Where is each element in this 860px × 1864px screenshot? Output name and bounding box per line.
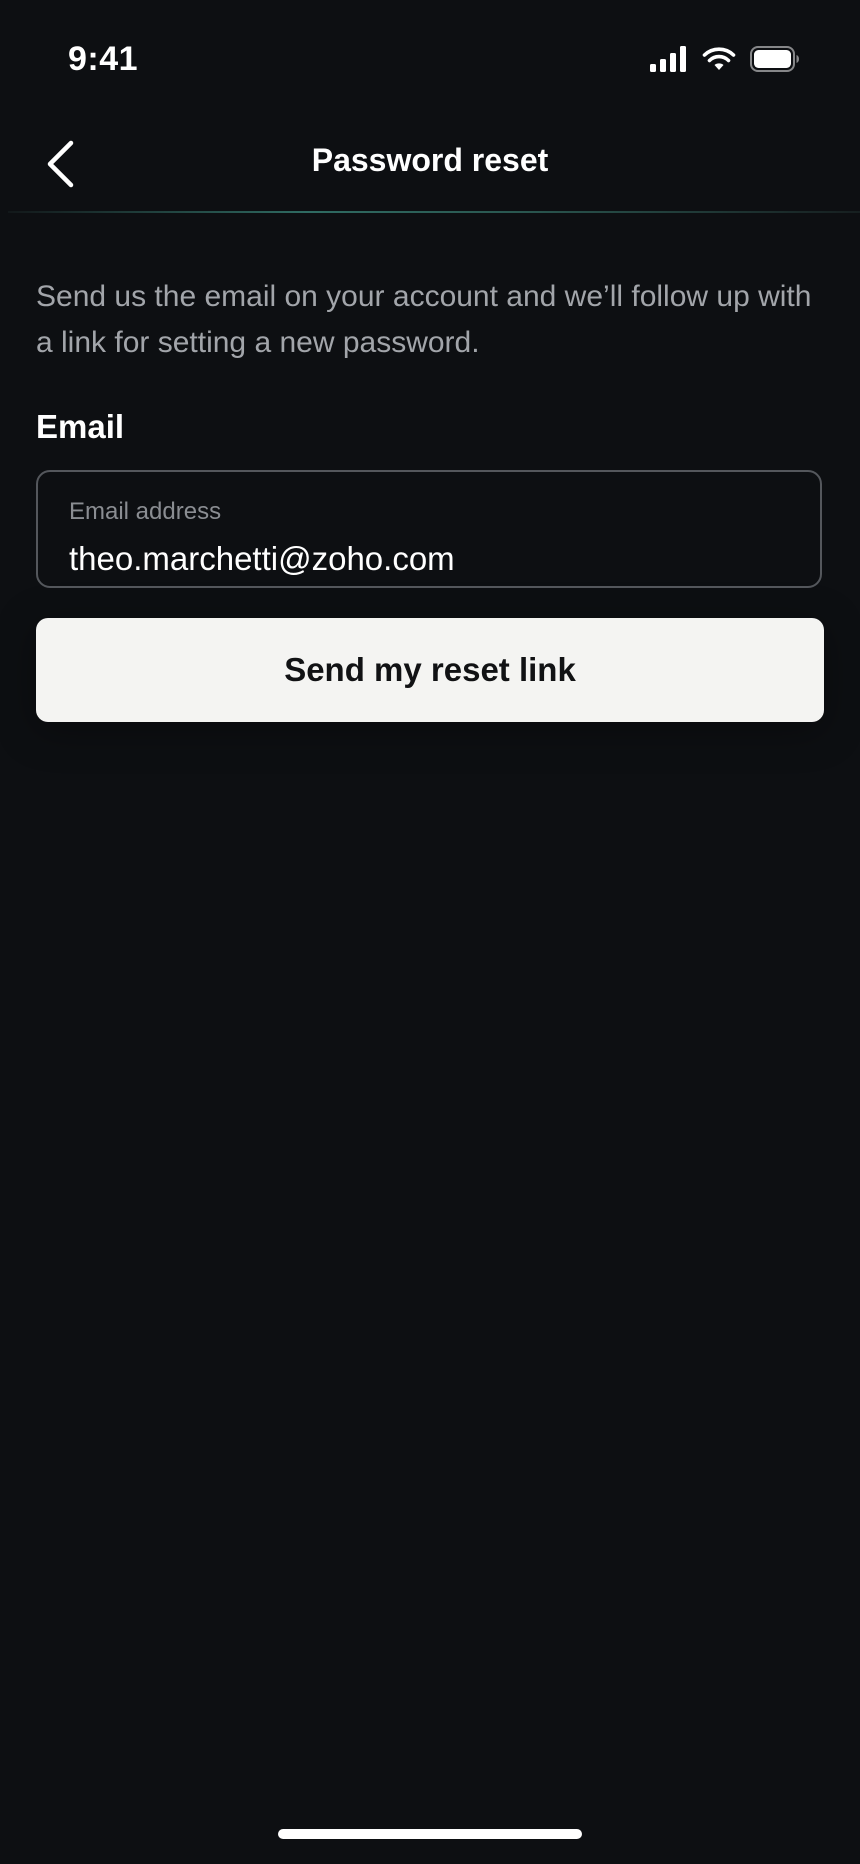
header-divider	[8, 211, 860, 213]
navigation-bar: Password reset	[0, 120, 860, 212]
send-reset-link-button[interactable]: Send my reset link	[36, 618, 824, 722]
cellular-signal-icon	[650, 46, 688, 77]
wifi-icon	[702, 46, 736, 77]
home-indicator	[278, 1829, 582, 1839]
status-icons	[650, 46, 800, 77]
email-section-label: Email	[36, 408, 125, 445]
instructions-text: Send us the email on your account and we…	[36, 280, 812, 359]
email-input[interactable]	[69, 540, 789, 578]
battery-icon	[750, 46, 800, 77]
status-bar: 9:41	[0, 0, 860, 120]
status-time: 9:41	[68, 40, 139, 78]
email-field-label: Email address	[69, 498, 222, 525]
page-title: Password reset	[311, 142, 549, 178]
email-field[interactable]: Email address	[36, 470, 822, 588]
